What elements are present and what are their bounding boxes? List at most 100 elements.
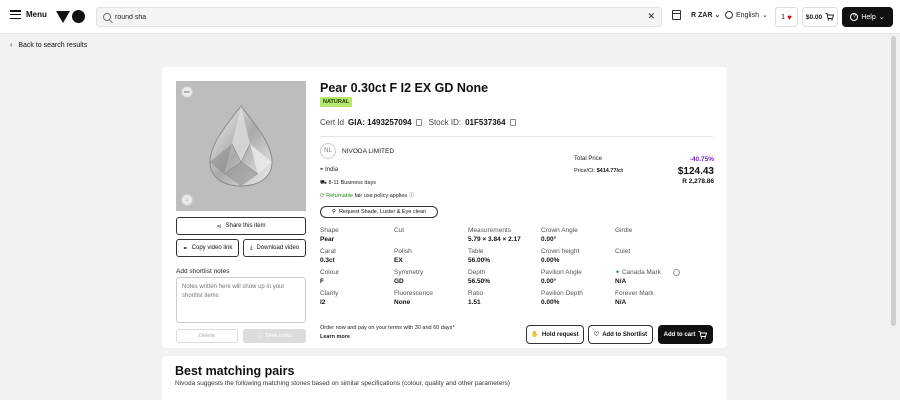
chevron-down-icon: ⌄ xyxy=(878,14,885,21)
share-button[interactable]: ⋖ Share this item xyxy=(176,217,306,235)
payment-terms-note: Order now and pay on your terms with 30 … xyxy=(320,324,455,342)
shipping-row: ⛟ 8-11 Business days xyxy=(320,180,376,187)
shortlist-notes-textarea[interactable] xyxy=(176,277,306,323)
favourites-button[interactable]: 1 ♥ xyxy=(775,7,798,27)
price-zar: R 2,278.86 xyxy=(682,178,714,185)
spec-table: Table 56.00% xyxy=(468,248,491,264)
policy-text: fair use policy applies xyxy=(354,193,408,199)
diamond-image[interactable]: 360° ☐ xyxy=(176,81,306,211)
spec-colour: Colour F xyxy=(320,269,340,285)
heart-outline-icon: ♡ xyxy=(593,332,600,338)
view-360-icon[interactable]: 360° xyxy=(181,86,193,98)
search-bar: ✕ xyxy=(96,7,662,27)
delete-notes-button[interactable]: Delete xyxy=(176,329,238,343)
certificate-row: Cert Id GIA: 1493257094 Stock ID: 01F537… xyxy=(320,118,516,127)
download-video-label: Download video xyxy=(256,245,300,251)
back-label: Back to search results xyxy=(18,42,88,49)
help-label: Help xyxy=(861,13,876,21)
clear-search-icon[interactable]: ✕ xyxy=(647,11,655,22)
save-icon: ▢ xyxy=(256,333,262,339)
share-icon: ⋖ xyxy=(216,223,222,230)
per-ct-label: Price/Ct: xyxy=(574,168,596,174)
price-per-carat: Price/Ct: $414.77/ct xyxy=(574,168,623,174)
pairs-title: Best matching pairs xyxy=(175,364,295,378)
hold-request-button[interactable]: ✋ Hold request xyxy=(526,325,584,344)
order-note-text: Order now and pay on your terms with 30 … xyxy=(320,325,455,331)
specs-grid: Shape Pear Cut Measurements 5.79 × 3.84 × … xyxy=(320,227,690,311)
hold-label: Hold request xyxy=(541,331,579,338)
cart-total: $0.00 xyxy=(805,13,823,21)
chevron-down-icon: ⌄ xyxy=(761,12,768,19)
question-icon: ? xyxy=(850,13,859,21)
per-ct-value: $414.77/ct xyxy=(596,168,623,174)
spec-canada-mark: ✦ Canada Mark N/A xyxy=(615,269,680,285)
download-video-button[interactable]: ⤓ Download video xyxy=(243,239,306,257)
spec-girdle: Girdle xyxy=(615,227,633,234)
notes-label: Add shortlist notes xyxy=(176,268,230,275)
globe-icon xyxy=(725,11,733,19)
cert-prefix: Cert Id xyxy=(320,118,345,127)
copy-icon[interactable] xyxy=(509,119,516,126)
truck-icon: ⛟ xyxy=(320,180,327,186)
share-label: Share this item xyxy=(225,223,266,229)
top-navbar: Menu ✕ R ZAR ⌄ English ⌄ 1 ♥ $0.00 ? Hel… xyxy=(0,0,900,34)
search-icon: ⚲ xyxy=(331,209,336,215)
spec-polish: Polish EX xyxy=(394,248,412,264)
info-icon[interactable]: ⓘ xyxy=(409,193,415,199)
link-icon: ⚭ xyxy=(182,245,188,252)
spec-crown-angle: Crown Angle 0.00° xyxy=(541,227,578,243)
discount-value: -40.75% xyxy=(689,156,714,163)
language-selector[interactable]: English ⌄ xyxy=(725,11,768,19)
learn-more-link[interactable]: Learn more xyxy=(320,334,350,340)
stock-id: 01F537364 xyxy=(465,118,506,127)
search-input[interactable] xyxy=(115,10,635,24)
hamburger-icon xyxy=(10,10,21,19)
cert-id-link[interactable]: GIA: 1493257094 xyxy=(348,118,412,127)
shipping-text: 8-11 Business days xyxy=(328,180,377,186)
stock-prefix: Stock ID: xyxy=(428,118,462,127)
supplier-avatar: NL xyxy=(320,143,336,159)
request-label: Request Shade, Luster & Eye clean xyxy=(338,209,427,215)
matching-pairs-section: Best matching pairs Nivoda suggests the … xyxy=(162,356,727,400)
maple-leaf-icon: ✦ xyxy=(615,270,621,277)
product-title: Pear 0.30ct F I2 EX GD None xyxy=(320,81,489,95)
spec-shape: Shape Pear xyxy=(320,227,339,243)
return-icon: ⟳ xyxy=(320,193,325,199)
request-shade-button[interactable]: ⚲ Request Shade, Luster & Eye clean xyxy=(320,206,438,218)
image-toggle-icon[interactable]: ☐ xyxy=(181,194,193,206)
location-pin-icon: ⌖ xyxy=(320,167,324,173)
returnable-row: ⟳ Returnable fair use policy applies ⓘ xyxy=(320,191,414,199)
spec-forever-mark: Forever Mark N/A xyxy=(615,290,654,306)
calendar-icon[interactable] xyxy=(672,10,681,20)
cart-button[interactable]: $0.00 xyxy=(802,7,838,27)
spec-pavilion-angle: Pavilion Angle 0.00° xyxy=(541,269,582,285)
pairs-subtitle: Nivoda suggests the following matching s… xyxy=(175,380,510,387)
menu-button[interactable]: Menu xyxy=(10,10,47,19)
menu-label: Menu xyxy=(26,10,47,19)
spec-clarity: Clarity I2 xyxy=(320,290,339,306)
currency-selector[interactable]: R ZAR ⌄ xyxy=(691,11,720,19)
page-scrollbar[interactable] xyxy=(891,36,896,326)
save-label: Save notes xyxy=(264,333,293,339)
chevron-down-icon: ⌄ xyxy=(714,12,721,19)
total-price-label: Total Price xyxy=(574,156,603,162)
product-card: 360° ☐ ⋖ Share this item ⚭ Copy video li… xyxy=(162,67,727,348)
back-to-results-link[interactable]: ‹ Back to search results xyxy=(10,42,87,49)
copy-icon[interactable] xyxy=(415,119,422,126)
location-text: India xyxy=(325,167,339,173)
nivoda-logo[interactable] xyxy=(56,10,85,23)
cart-icon xyxy=(825,13,835,21)
add-to-shortlist-button[interactable]: ♡ Add to Shortlist xyxy=(588,325,653,344)
add-to-cart-label: Add to cart xyxy=(663,331,696,338)
spec-ratio: Ratio 1.51 xyxy=(468,290,484,306)
save-notes-button[interactable]: ▢ Save notes xyxy=(243,329,306,343)
spec-culet: Culet xyxy=(615,248,631,255)
search-icon xyxy=(103,13,111,21)
heart-icon: ♥ xyxy=(787,12,792,22)
help-button[interactable]: ? Help ⌄ xyxy=(842,7,893,27)
copy-video-label: Copy video link xyxy=(191,245,233,251)
info-icon[interactable] xyxy=(672,269,680,276)
supplier-name: NIVODA LIMITED xyxy=(342,148,395,155)
copy-video-link-button[interactable]: ⚭ Copy video link xyxy=(176,239,239,257)
add-to-cart-button[interactable]: Add to cart xyxy=(658,325,713,344)
